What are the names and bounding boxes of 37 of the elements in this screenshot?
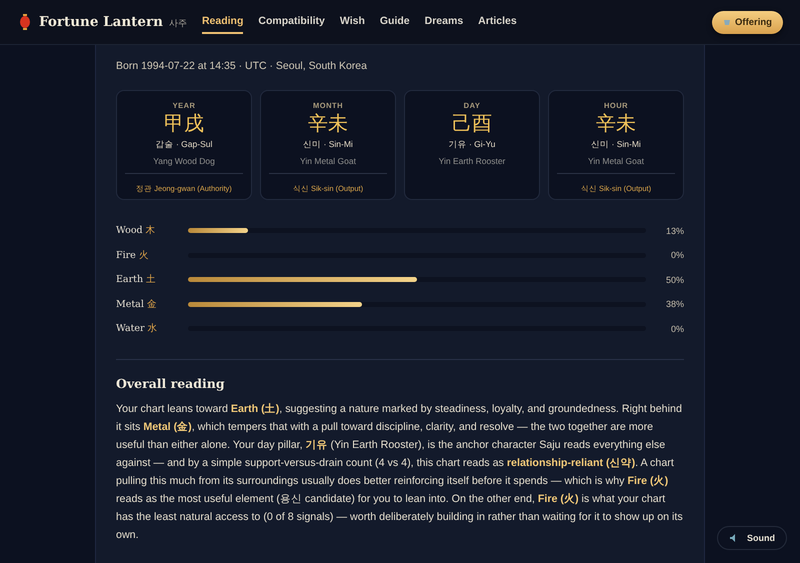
element-percent: 38% — [664, 299, 684, 310]
pillar-hanja: 己酉 — [452, 112, 492, 136]
brand-tag: 사주 — [168, 17, 187, 30]
pillar-reading: 신미 · Sin-Mi — [303, 139, 353, 151]
element-percent: 13% — [664, 226, 684, 236]
element-name: Fire 火 — [116, 248, 150, 262]
element-name: Water 水 — [116, 322, 159, 336]
nav-tab[interactable]: Compatibility — [258, 10, 325, 34]
pillar-meaning: Yang Wood Dog — [153, 156, 215, 166]
nav-tab[interactable]: Articles — [478, 10, 517, 34]
pillar-reading: 기유 · Gi-Yu — [448, 139, 496, 151]
pillar-hanja: 辛未 — [596, 112, 636, 136]
section-heading: Overall reading — [116, 376, 226, 390]
nav-tab[interactable]: Guide — [380, 10, 410, 34]
element-name: Wood 木 — [116, 224, 157, 238]
element-percent: 0% — [670, 250, 684, 260]
element-name: Metal 金 — [116, 298, 158, 311]
pillar-hanja: 甲戌 — [164, 112, 204, 136]
element-percent: 0% — [670, 324, 684, 334]
nav-tab[interactable]: Wish — [340, 10, 365, 34]
birth-info: Born 1994-07-22 at 14:35 · UTC · Seoul, South Korea — [116, 60, 368, 72]
sound-button[interactable]: Sound — [717, 526, 787, 550]
pillar-reading: 갑술 · Gap-Sul — [156, 139, 212, 151]
nav-tab[interactable]: Reading — [202, 10, 244, 34]
pillar-reading: 신미 · Sin-Mi — [591, 139, 641, 151]
lantern-icon — [20, 14, 30, 30]
offering-button[interactable]: Offering — [712, 10, 783, 34]
pillar-meaning: Yin Metal Goat — [588, 156, 644, 166]
pillar-hanja: 辛未 — [308, 112, 348, 136]
pillar-meaning: Yin Earth Rooster — [438, 156, 506, 166]
nav-tab[interactable]: Dreams — [424, 10, 464, 34]
reading-paragraph: Your chart leans toward Earth (土), suggesting a nature marked by steadiness, loyalty, and groundedness. Right behind it sits Metal (金), which tempers that with a pull toward discipline, clarity, and resolve — the two together are more useful than either alone. Your day pillar, 기유 (Yin Earth Rooster), is the anchor character Saju reads everything else against — and by a simple support-versus-drain count (4 vs 4), this chart reads as relationship-reliant (신약). A chart pulling this much from its surroundings usually does better reinforcing itself before it spends — which is why Fire (火) reads as the most useful element (용신 candidate) for you to lean into. On the other end, Fire (火) is what your chart has the least natural access to (0 of 8 signals) — worth deliberately building in rather than waiting for it to show up on its own. — [116, 402, 684, 542]
element-percent: 50% — [664, 274, 684, 285]
pillar-meaning: Yin Metal Goat — [300, 156, 356, 166]
cup-icon — [723, 18, 732, 26]
element-name: Earth 土 — [116, 273, 158, 286]
brand-name[interactable]: Fortune Lantern — [39, 14, 163, 30]
